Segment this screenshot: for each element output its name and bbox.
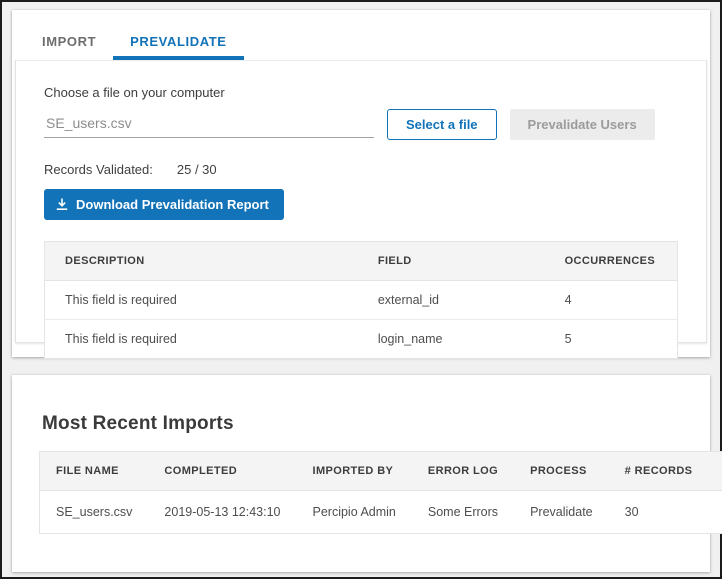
file-validation-card: Choose a file on your computer Select a … bbox=[15, 60, 707, 343]
col-header-field: FIELD bbox=[358, 242, 545, 281]
download-icon bbox=[56, 198, 68, 211]
cell-occurrences: 4 bbox=[545, 281, 678, 320]
table-row: This field is required login_name 5 bbox=[45, 320, 678, 359]
cell-process: Prevalidate bbox=[514, 491, 609, 534]
recent-imports-table: FILE NAME COMPLETED IMPORTED BY ERROR LO… bbox=[39, 451, 722, 534]
file-select-row: Select a file Prevalidate Users bbox=[44, 109, 678, 140]
col-header-error-log: ERROR LOG bbox=[412, 452, 514, 491]
col-header-view-report: VIEW REPORT bbox=[708, 452, 722, 491]
col-header-process: PROCESS bbox=[514, 452, 609, 491]
choose-file-label: Choose a file on your computer bbox=[44, 85, 678, 100]
validation-errors-table: DESCRIPTION FIELD OCCURRENCES This field… bbox=[44, 241, 678, 359]
tab-import[interactable]: IMPORT bbox=[25, 23, 113, 60]
cell-completed: 2019-05-13 12:43:10 bbox=[148, 491, 296, 534]
cell-records: 30 bbox=[609, 491, 709, 534]
cell-description: This field is required bbox=[45, 281, 358, 320]
cell-imported-by: Percipio Admin bbox=[297, 491, 412, 534]
records-validated-value: 25 / 30 bbox=[177, 162, 217, 177]
table-row: SE_users.csv 2019-05-13 12:43:10 Percipi… bbox=[40, 491, 722, 534]
cell-field: login_name bbox=[358, 320, 545, 359]
imports-table-header-row: FILE NAME COMPLETED IMPORTED BY ERROR LO… bbox=[40, 452, 722, 491]
cell-view-report bbox=[708, 491, 722, 534]
records-validated-label: Records Validated: bbox=[44, 162, 153, 177]
prevalidate-users-button[interactable]: Prevalidate Users bbox=[510, 109, 655, 140]
recent-imports-panel: Most Recent Imports FILE NAME COMPLETED … bbox=[12, 375, 710, 572]
table-row: This field is required external_id 4 bbox=[45, 281, 678, 320]
col-header-file-name: FILE NAME bbox=[40, 452, 149, 491]
recent-imports-title: Most Recent Imports bbox=[42, 413, 683, 435]
validation-table-header-row: DESCRIPTION FIELD OCCURRENCES bbox=[45, 242, 678, 281]
cell-occurrences: 5 bbox=[545, 320, 678, 359]
col-header-records: # RECORDS bbox=[609, 452, 709, 491]
prevalidate-panel: IMPORT PREVALIDATE Choose a file on your… bbox=[12, 10, 710, 357]
cell-file-name: SE_users.csv bbox=[40, 491, 149, 534]
download-prevalidation-report-button[interactable]: Download Prevalidation Report bbox=[44, 189, 284, 220]
tab-prevalidate[interactable]: PREVALIDATE bbox=[113, 23, 243, 60]
file-name-input[interactable] bbox=[44, 112, 374, 138]
col-header-description: DESCRIPTION bbox=[45, 242, 358, 281]
col-header-completed: COMPLETED bbox=[148, 452, 296, 491]
col-header-imported-by: IMPORTED BY bbox=[297, 452, 412, 491]
select-file-button[interactable]: Select a file bbox=[387, 109, 497, 140]
col-header-occurrences: OCCURRENCES bbox=[545, 242, 678, 281]
cell-description: This field is required bbox=[45, 320, 358, 359]
download-button-label: Download Prevalidation Report bbox=[76, 197, 269, 212]
cell-error-log: Some Errors bbox=[412, 491, 514, 534]
cell-field: external_id bbox=[358, 281, 545, 320]
records-validated-row: Records Validated: 25 / 30 bbox=[44, 162, 678, 177]
tab-bar: IMPORT PREVALIDATE bbox=[12, 10, 710, 60]
